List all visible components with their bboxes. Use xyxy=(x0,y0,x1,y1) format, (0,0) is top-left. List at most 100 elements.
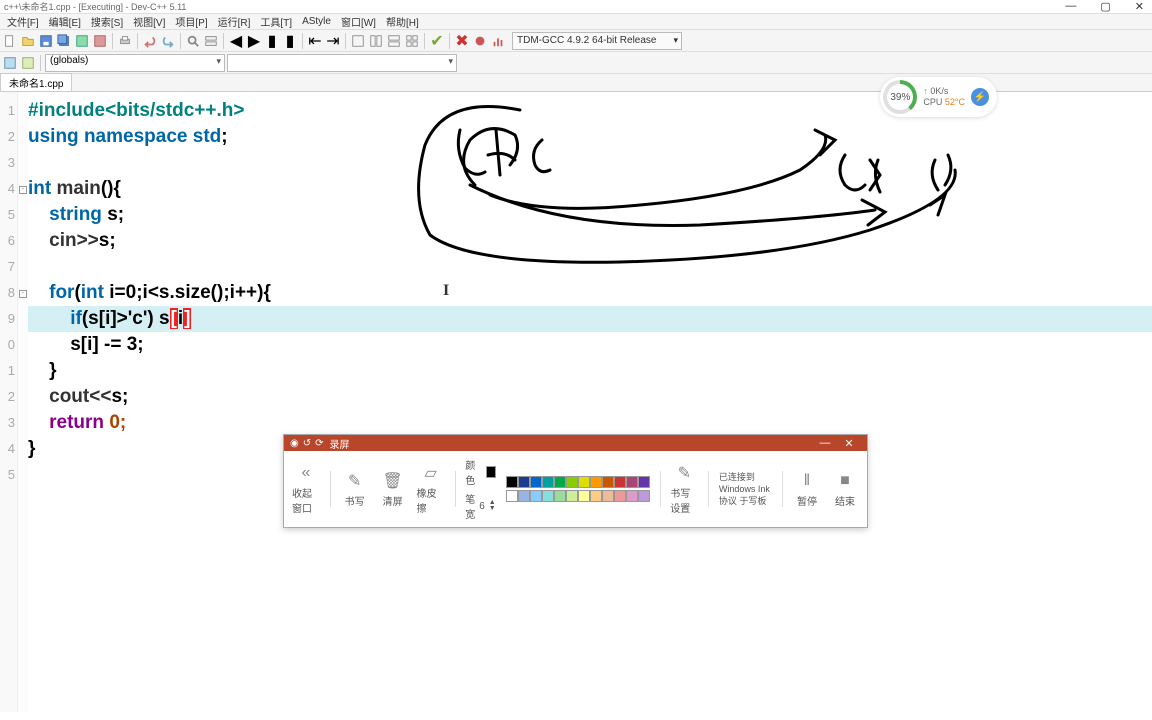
color-swatch[interactable] xyxy=(590,476,602,488)
minimize-panel-button[interactable]: — xyxy=(813,437,837,450)
fold-toggle-icon[interactable]: - xyxy=(19,186,27,194)
bookmark2-icon[interactable]: ▮ xyxy=(282,33,298,49)
compile-icon[interactable]: ✔ xyxy=(429,33,445,49)
debug-icon[interactable] xyxy=(472,33,488,49)
close-file-icon[interactable] xyxy=(92,33,108,49)
tab-file[interactable]: 未命名1.cpp xyxy=(0,73,72,91)
layout3-icon[interactable] xyxy=(386,33,402,49)
close-panel-button[interactable]: ✕ xyxy=(837,437,861,450)
pen-tool-button[interactable]: ✎ 书写 xyxy=(341,471,369,508)
replace-icon[interactable] xyxy=(203,33,219,49)
layout2-icon[interactable] xyxy=(368,33,384,49)
title-bar: c++\未命名1.cpp - [Executing] - Dev-C++ 5.1… xyxy=(0,0,1152,14)
scope-combo[interactable]: (globals) xyxy=(45,54,225,72)
current-color-swatch[interactable] xyxy=(486,466,496,478)
redo-icon[interactable] xyxy=(160,33,176,49)
layout1-icon[interactable] xyxy=(350,33,366,49)
stop-button[interactable]: ■ 结束 xyxy=(831,471,859,508)
color-swatch[interactable] xyxy=(518,490,530,502)
refresh-icon[interactable]: ⟳ xyxy=(315,438,323,449)
goto-next-icon[interactable]: ▶ xyxy=(246,33,262,49)
indent-right-icon[interactable]: ⇥ xyxy=(325,33,341,49)
color-swatch[interactable] xyxy=(542,476,554,488)
color-swatch[interactable] xyxy=(566,490,578,502)
minimize-button[interactable]: — xyxy=(1059,0,1082,13)
profile-icon[interactable] xyxy=(490,33,506,49)
accelerate-icon[interactable]: ⚡ xyxy=(971,88,989,106)
menu-file[interactable]: 文件[F] xyxy=(2,14,44,29)
color-swatch[interactable] xyxy=(638,490,650,502)
menu-window[interactable]: 窗口[W] xyxy=(336,14,381,29)
stop-icon[interactable]: ✖ xyxy=(454,33,470,49)
bookmark-icon[interactable]: ▮ xyxy=(264,33,280,49)
color-swatch[interactable] xyxy=(626,490,638,502)
compiler-select[interactable]: TDM-GCC 4.9.2 64-bit Release xyxy=(512,32,682,50)
open-file-icon[interactable] xyxy=(20,33,36,49)
annotation-title: 录屏 xyxy=(330,436,350,451)
separator xyxy=(40,55,41,71)
color-swatch[interactable] xyxy=(566,476,578,488)
color-swatch[interactable] xyxy=(578,490,590,502)
menu-help[interactable]: 帮助[H] xyxy=(381,14,424,29)
restart-icon[interactable]: ↺ xyxy=(303,438,311,449)
layout4-icon[interactable] xyxy=(404,33,420,49)
record-indicator-icon: ◉ xyxy=(290,438,299,449)
indent-left-icon[interactable]: ⇤ xyxy=(307,33,323,49)
color-swatch[interactable] xyxy=(602,490,614,502)
save-all-icon[interactable] xyxy=(56,33,72,49)
color-swatch[interactable] xyxy=(554,476,566,488)
menu-search[interactable]: 搜索[S] xyxy=(86,14,128,29)
menu-project[interactable]: 项目[P] xyxy=(170,14,212,29)
color-swatch[interactable] xyxy=(518,476,530,488)
separator xyxy=(424,33,425,49)
text-cursor-icon: I xyxy=(443,278,449,304)
collapse-button[interactable]: « 收起窗口 xyxy=(292,463,320,515)
menu-run[interactable]: 运行[R] xyxy=(213,14,256,29)
color-swatch[interactable] xyxy=(614,476,626,488)
annotation-panel[interactable]: ◉ ↺ ⟳ 录屏 — ✕ « 收起窗口 ✎ 书写 🗑 清屏 ▱ 橡皮擦 xyxy=(283,434,868,528)
color-swatch[interactable] xyxy=(638,476,650,488)
color-swatch[interactable] xyxy=(554,490,566,502)
pause-button[interactable]: ‖ 暂停 xyxy=(793,471,821,508)
find-icon[interactable] xyxy=(185,33,201,49)
settings-button[interactable]: ✎ 书写设置 xyxy=(670,463,698,515)
chevron-left-icon: « xyxy=(296,463,316,483)
separator xyxy=(345,33,346,49)
cpu-percent: 39% xyxy=(887,84,913,110)
add-file-icon[interactable] xyxy=(20,55,36,71)
width-down-button[interactable]: ▼ xyxy=(489,506,496,512)
goto-prev-icon[interactable]: ◀ xyxy=(228,33,244,49)
menu-tools[interactable]: 工具[T] xyxy=(255,14,297,29)
clear-button[interactable]: 🗑 清屏 xyxy=(379,471,407,508)
new-file-icon[interactable] xyxy=(2,33,18,49)
color-swatch[interactable] xyxy=(530,490,542,502)
code-area[interactable]: #include<bits/stdc++.h> using namespace … xyxy=(28,92,1152,712)
close-button[interactable]: ✕ xyxy=(1129,0,1150,13)
undo-icon[interactable] xyxy=(142,33,158,49)
menu-astyle[interactable]: AStyle xyxy=(297,16,336,27)
member-combo[interactable] xyxy=(227,54,457,72)
menu-edit[interactable]: 编辑[E] xyxy=(44,14,86,29)
system-monitor-widget[interactable]: 39% ↑ 0K/s CPU 52°C ⚡ xyxy=(880,77,997,117)
color-swatch[interactable] xyxy=(590,490,602,502)
maximize-button[interactable]: ▢ xyxy=(1094,0,1116,13)
fold-toggle-icon[interactable]: - xyxy=(19,290,27,298)
color-swatch[interactable] xyxy=(578,476,590,488)
secondary-toolbar: (globals) xyxy=(0,52,1152,74)
color-swatch[interactable] xyxy=(530,476,542,488)
separator xyxy=(137,33,138,49)
save-icon[interactable] xyxy=(38,33,54,49)
color-swatch[interactable] xyxy=(542,490,554,502)
eraser-button[interactable]: ▱ 橡皮擦 xyxy=(417,463,445,515)
annotation-titlebar[interactable]: ◉ ↺ ⟳ 录屏 — ✕ xyxy=(284,435,867,451)
color-swatch[interactable] xyxy=(626,476,638,488)
color-swatch[interactable] xyxy=(506,490,518,502)
code-editor[interactable]: 123 456 789 012 345 - - #include<bits/st… xyxy=(0,92,1152,712)
color-swatch[interactable] xyxy=(614,490,626,502)
menu-view[interactable]: 视图[V] xyxy=(128,14,170,29)
color-swatch[interactable] xyxy=(602,476,614,488)
print-icon[interactable] xyxy=(117,33,133,49)
new-project-icon[interactable] xyxy=(2,55,18,71)
save-as-icon[interactable] xyxy=(74,33,90,49)
color-swatch[interactable] xyxy=(506,476,518,488)
